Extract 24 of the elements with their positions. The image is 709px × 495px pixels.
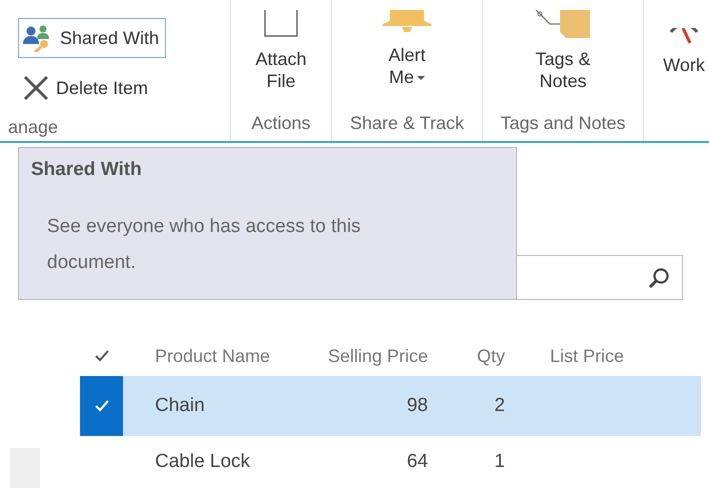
table-cell-text: Chain [154,395,206,417]
column-header[interactable]: Qty [428,346,513,366]
group-label: Actions [250,113,312,135]
table-cell-text: 1 [493,451,506,473]
ribbon-button[interactable]: Tags & Notes [528,10,598,92]
tooltip-description: See everyone who has access to this document. [47,215,362,275]
ribbon-button[interactable]: Alert Me [380,10,434,88]
column-header[interactable]: Selling Price [298,346,428,366]
table-cell-text: 98 [406,395,428,417]
ribbon-button[interactable]: Attach File [255,10,307,92]
group-label: Tags and Notes [499,113,627,135]
table-cell-text: Cable Lock [154,451,252,473]
group-label: Share & Track [348,113,466,135]
ribbon-button[interactable]: Shared With [18,18,166,58]
tooltip-title: Shared With [31,159,142,181]
group-label: anage [7,116,60,139]
list-row[interactable]: Chain 98 2 [123,376,701,436]
column-header[interactable]: List Price [513,346,624,366]
ribbon-button[interactable]: Delete Item [18,68,156,108]
table-cell-text: 2 [493,395,506,417]
ribbon-button[interactable]: Work [663,10,705,76]
table-cell-text: 64 [406,451,428,473]
column-header[interactable]: Product Name [123,346,298,366]
list-row[interactable]: Cable Lock 64 1 [123,436,701,488]
